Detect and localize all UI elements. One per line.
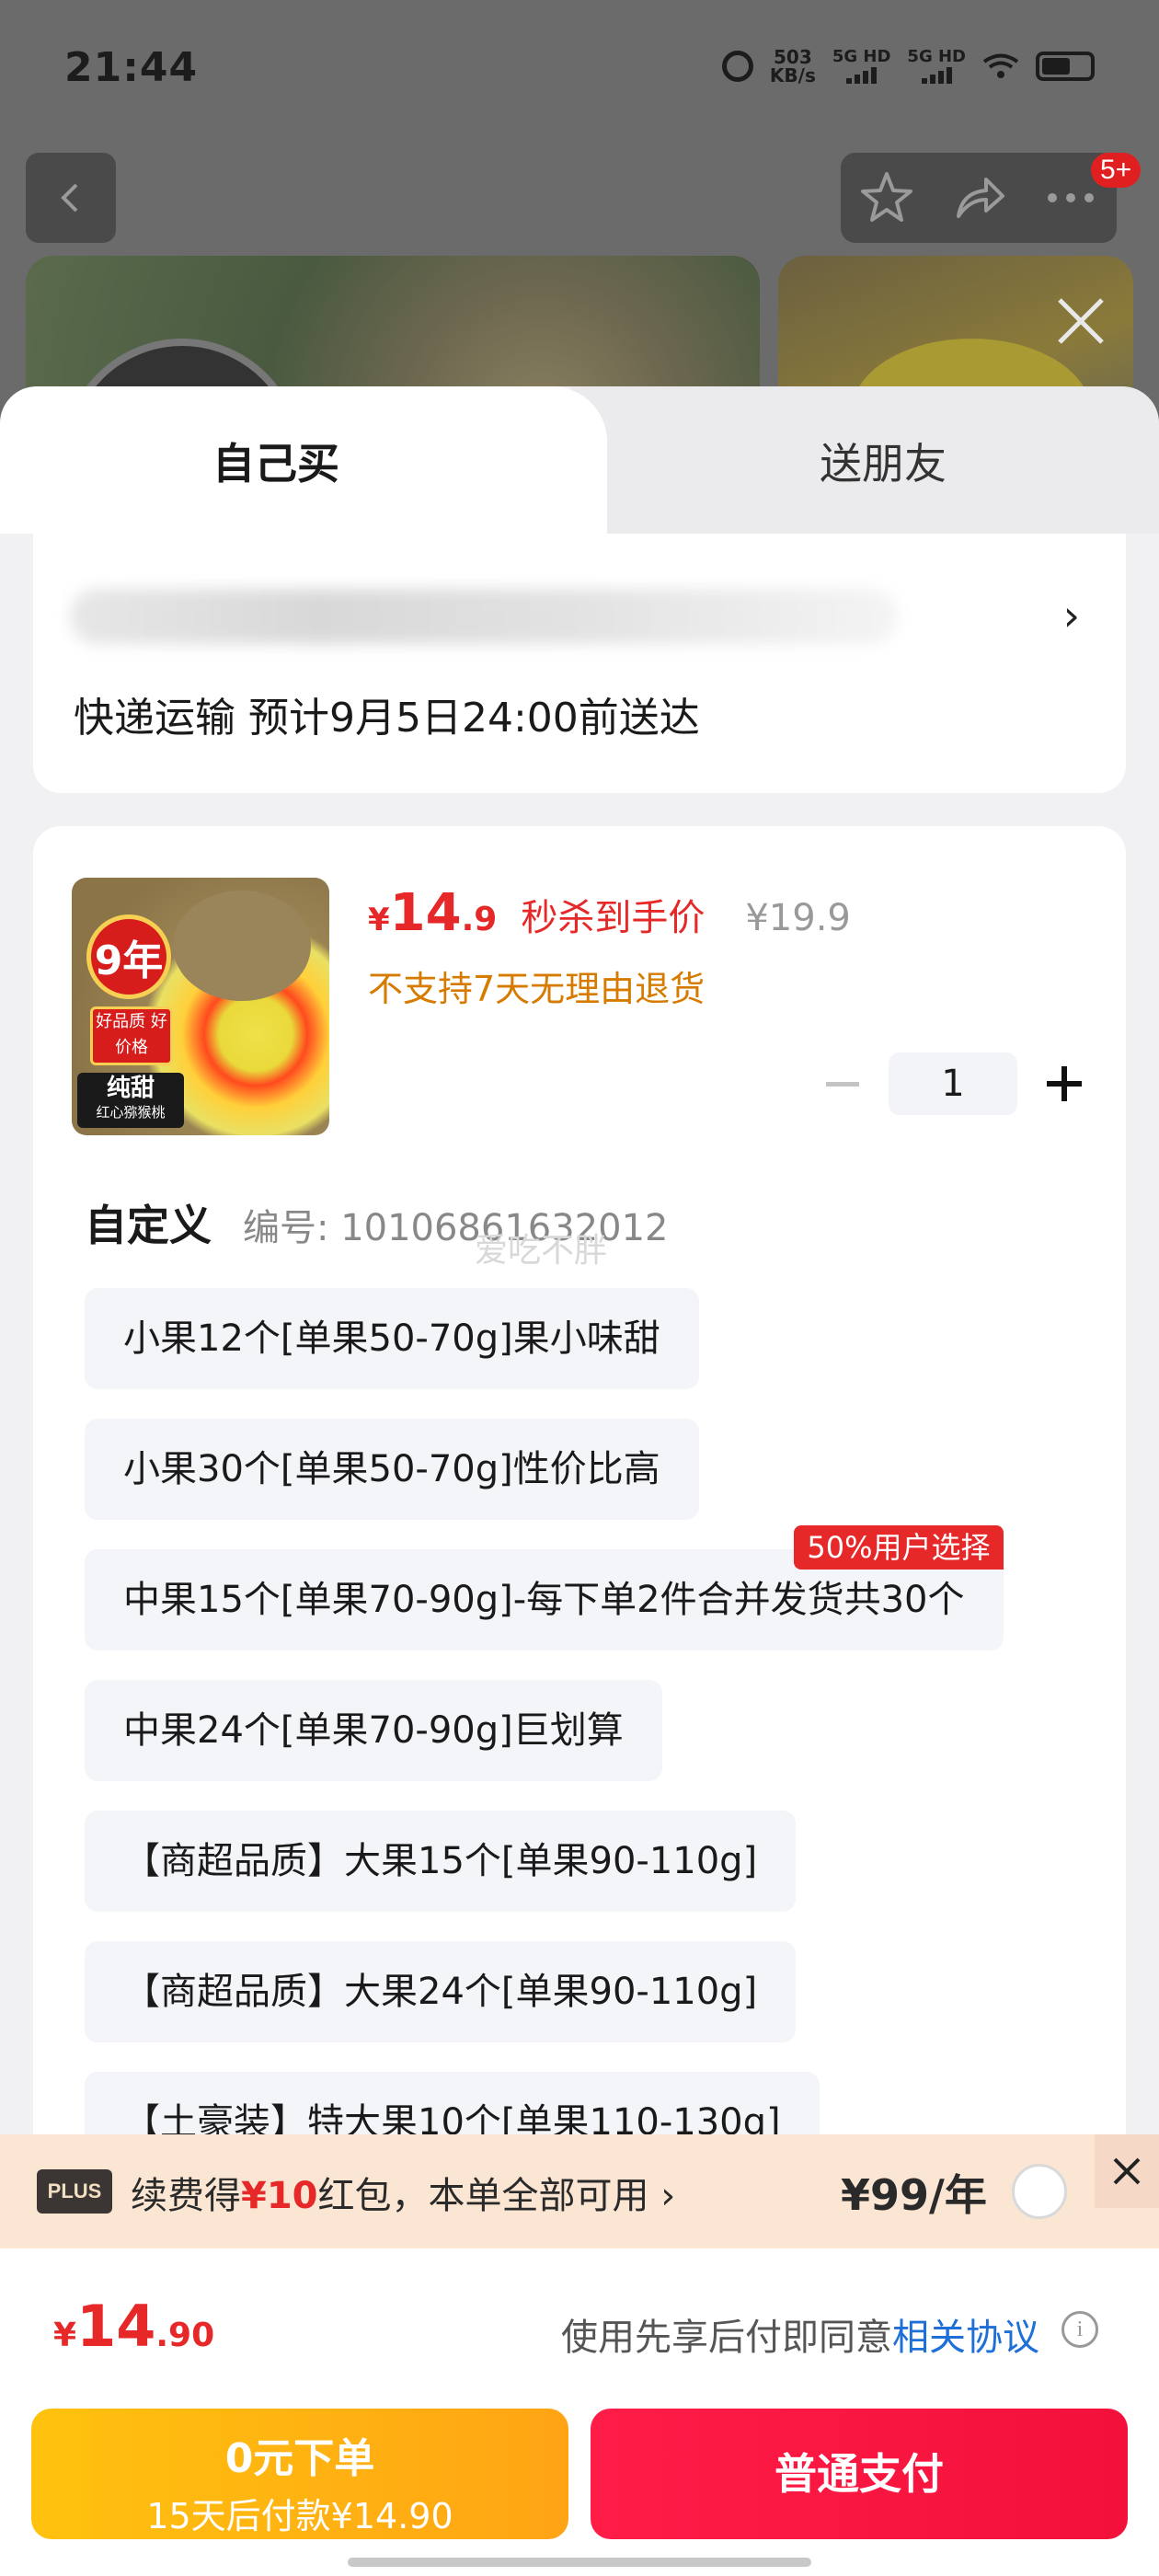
home-indicator[interactable] xyxy=(348,2558,811,2567)
spec-option-label: 【商超品质】大果15个[单果90-110g] xyxy=(123,1840,758,1882)
quantity-value[interactable]: 1 xyxy=(889,1052,1017,1115)
popular-badge: 50%用户选择 xyxy=(794,1525,1004,1570)
status-icons: 503 KB/s 5G HD 5G HD xyxy=(721,47,1095,85)
watermark: 爱吃不胖 xyxy=(475,1232,608,1270)
wifi-icon xyxy=(982,53,1019,78)
agreement-text: 使用先享后付即同意相关协议 xyxy=(561,2307,1039,2361)
spec-option-label: 【商超品质】大果24个[单果90-110g] xyxy=(123,1971,758,2013)
notification-badge: 5+ xyxy=(1091,153,1142,188)
price-integer: 14 xyxy=(389,883,462,943)
pay-later-button[interactable]: 0元下单 15天后付款¥14.90 xyxy=(31,2409,568,2539)
star-icon[interactable] xyxy=(857,168,916,227)
battery-icon xyxy=(1036,52,1095,81)
net-speed: 503 KB/s xyxy=(770,48,816,85)
spec-option[interactable]: 小果12个[单果50-70g]果小味甜 xyxy=(85,1288,699,1389)
plus-text-before: 续费得 xyxy=(131,2175,241,2217)
plus-radio[interactable] xyxy=(1012,2164,1067,2219)
product-card: 9年 好品质 好价格 纯甜 红心猕猴桃 ¥ 14 .9 秒杀到手价 ¥19.9 … xyxy=(33,826,1126,2134)
total-integer: 14 xyxy=(76,2293,156,2360)
alarm-icon xyxy=(721,51,753,82)
action-bar: 0元下单 15天后付款¥14.90 普通支付 xyxy=(0,2396,1159,2576)
total-decimal: .90 xyxy=(155,2317,215,2354)
sweet-badge: 纯甜 红心猕猴桃 xyxy=(77,1073,184,1128)
kiwi-image xyxy=(173,891,311,1001)
spec-option[interactable]: 小果30个[单果50-70g]性价比高 xyxy=(85,1419,699,1520)
status-bar: 21:44 503 KB/s 5G HD 5G HD xyxy=(0,0,1159,138)
price-tag: 秒杀到手价 xyxy=(521,897,706,939)
nav-actions xyxy=(841,153,1117,243)
chevron-right-icon: › xyxy=(660,2175,676,2217)
pay-later-title: 0元下单 xyxy=(224,2435,375,2482)
spec-option[interactable]: 中果15个[单果70-90g]-每下单2件合并发货共30个 50%用户选择 xyxy=(85,1525,1004,1650)
sim1-label: 5G HD xyxy=(832,47,891,66)
product-thumbnail[interactable]: 9年 好品质 好价格 纯甜 红心猕猴桃 xyxy=(72,878,329,1135)
sweet-badge-title: 纯甜 xyxy=(106,1075,155,1102)
status-time: 21:44 xyxy=(64,44,199,91)
plus-close-button[interactable] xyxy=(1095,2134,1159,2208)
signal-icon-2: 5G HD xyxy=(907,49,966,84)
plus-logo: PLUS xyxy=(37,2169,112,2214)
total-symbol: ¥ xyxy=(53,2317,77,2354)
spec-option[interactable]: 【土豪装】特大果10个[单果110-130g] xyxy=(85,2072,820,2134)
decrease-button[interactable] xyxy=(815,1056,870,1111)
spec-option[interactable]: 【商超品质】大果15个[单果90-110g] xyxy=(85,1811,797,1912)
plus-text-highlight: ¥10 xyxy=(241,2175,318,2217)
total-bar: ¥ 14 .90 使用先享后付即同意相关协议 i xyxy=(0,2248,1159,2396)
quantity-stepper: 1 xyxy=(815,1052,1091,1115)
tab-gift[interactable]: 送朋友 xyxy=(607,431,1159,491)
spec-option-label: 中果24个[单果70-90g]巨划算 xyxy=(123,1709,624,1752)
signal-icon-1: 5G HD xyxy=(832,47,891,84)
pay-now-button[interactable]: 普通支付 xyxy=(591,2409,1128,2539)
close-icon[interactable] xyxy=(1052,293,1109,350)
original-price: ¥19.9 xyxy=(745,897,851,939)
more-icon[interactable] xyxy=(1041,168,1100,227)
increase-button[interactable] xyxy=(1036,1056,1091,1111)
price-decimal: .9 xyxy=(461,901,498,938)
pay-later-subtitle: 15天后付款¥14.90 xyxy=(146,2496,453,2536)
spec-option[interactable]: 【商超品质】大果24个[单果90-110g] xyxy=(85,1941,797,2042)
plus-price: ¥99/年 xyxy=(841,2170,987,2220)
close-icon xyxy=(1113,2157,1141,2185)
spec-option-label: 中果15个[单果70-90g]-每下单2件合并发货共30个 xyxy=(123,1579,965,1621)
price-symbol: ¥ xyxy=(368,902,390,938)
price-row: ¥ 14 .9 秒杀到手价 ¥19.9 xyxy=(368,883,851,943)
blurred-address xyxy=(70,589,898,644)
net-speed-value: 503 xyxy=(773,46,812,68)
address-card[interactable]: › 快递运输 预计9月5日24:00前送达 xyxy=(33,534,1126,793)
spec-option[interactable]: 中果24个[单果70-90g]巨划算 xyxy=(85,1680,662,1781)
tab-self[interactable]: 自己买 xyxy=(0,431,552,491)
purchase-sheet: 自己买 送朋友 › 快递运输 预计9月5日24:00前送达 9年 好品质 好价格… xyxy=(0,386,1159,2134)
delivery-estimate: 快递运输 预计9月5日24:00前送达 xyxy=(74,695,700,742)
spec-option-label: 小果12个[单果50-70g]果小味甜 xyxy=(123,1317,660,1360)
chevron-right-icon: › xyxy=(1062,591,1080,640)
back-button[interactable] xyxy=(26,153,116,243)
spec-option-label: 【土豪装】特大果10个[单果110-130g] xyxy=(123,2101,781,2134)
agreement-link[interactable]: 相关协议 xyxy=(892,2317,1039,2359)
info-icon[interactable]: i xyxy=(1061,2311,1098,2348)
spec-option-label: 小果30个[单果50-70g]性价比高 xyxy=(123,1448,660,1490)
spec-title: 自定义 xyxy=(85,1201,212,1250)
plus-text-after: 红包，本单全部可用 xyxy=(317,2175,649,2217)
agreement-prefix: 使用先享后付即同意 xyxy=(561,2317,892,2359)
return-policy: 不支持7天无理由退货 xyxy=(368,969,706,1009)
quality-badge: 好品质 好价格 xyxy=(90,1006,173,1065)
share-icon[interactable] xyxy=(949,168,1008,227)
net-speed-unit: KB/s xyxy=(769,64,816,86)
sim2-label: 5G HD xyxy=(907,47,966,66)
sweet-badge-sub: 红心猕猴桃 xyxy=(96,1104,166,1121)
years-badge: 9年 xyxy=(86,914,171,999)
total-price: ¥ 14 .90 xyxy=(53,2293,214,2360)
plus-offer-text: 续费得¥10红包，本单全部可用 › xyxy=(131,2166,675,2219)
chevron-left-icon xyxy=(61,183,78,213)
plus-banner[interactable]: PLUS 续费得¥10红包，本单全部可用 › ¥99/年 xyxy=(0,2134,1159,2248)
